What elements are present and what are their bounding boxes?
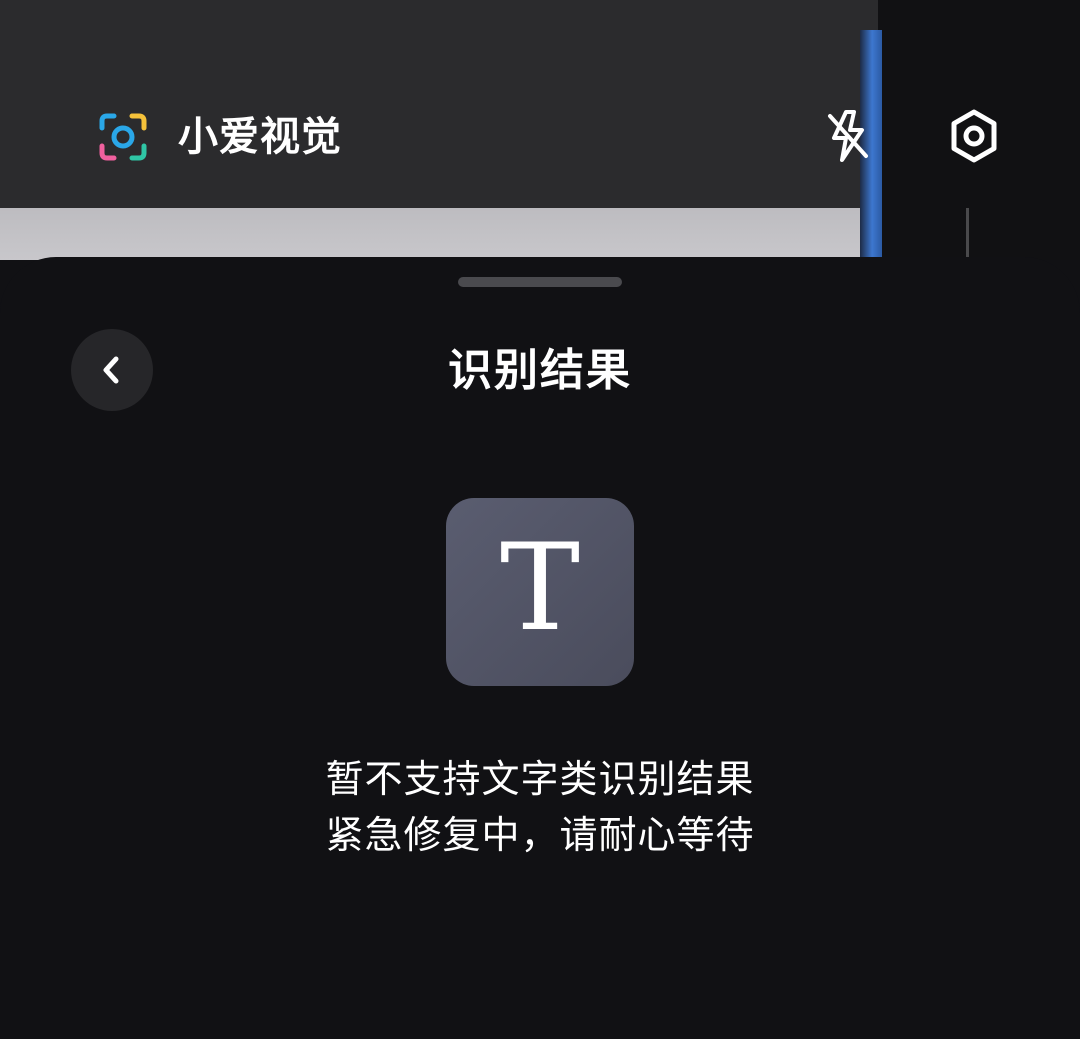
- text-type-glyph: T: [499, 519, 581, 658]
- app-title: 小爱视觉: [178, 114, 342, 160]
- settings-button[interactable]: [944, 104, 1004, 168]
- camera-preview-edge: [966, 208, 969, 260]
- text-type-icon: T: [446, 498, 634, 686]
- message-line-1: 暂不支持文字类识别结果: [325, 757, 755, 801]
- visual-recognition-screen: 小爱视觉 识别结果 T 暂不支持文字类识别结果 紧急修复中，请耐心等待: [0, 0, 1080, 1039]
- sheet-title: 识别结果: [448, 345, 632, 396]
- sheet-drag-handle[interactable]: [458, 277, 622, 287]
- result-bottom-sheet: 识别结果 T 暂不支持文字类识别结果 紧急修复中，请耐心等待: [0, 257, 1080, 1039]
- message-line-2: 紧急修复中，请耐心等待: [325, 813, 755, 857]
- flash-off-icon: [828, 110, 868, 162]
- unsupported-message: 暂不支持文字类识别结果 紧急修复中，请耐心等待: [0, 751, 1080, 863]
- top-bar: 小爱视觉: [0, 0, 1080, 208]
- settings-hexagon-icon: [951, 109, 997, 163]
- camera-scan-icon: [98, 112, 148, 162]
- flash-toggle-button[interactable]: [818, 104, 878, 168]
